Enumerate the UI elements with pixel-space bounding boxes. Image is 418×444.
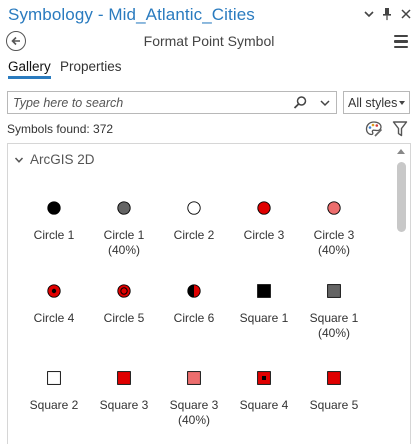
symbol-name: Square 5 (309, 398, 359, 412)
symbol-swatch-circle (187, 201, 201, 215)
symbol-swatch-square (187, 371, 201, 385)
symbol-item[interactable]: Square 3 (89, 370, 159, 442)
symbol-swatch-square (47, 371, 61, 385)
symbols-found-count: Symbols found: 372 (7, 122, 114, 136)
symbol-gallery: ArcGIS 2D Circle 1 Circle 1 (40%) Circle 2C… (7, 143, 411, 444)
symbol-swatch-square (327, 284, 341, 298)
symbol-item[interactable]: Square 1 (229, 283, 299, 355)
symbol-swatch-square (327, 371, 341, 385)
symbol-item[interactable]: Circle 2 (159, 200, 229, 272)
symbol-item[interactable]: Square 3 (40%) (159, 370, 229, 442)
pane-title: Symbology - Mid_Atlantic_Cities (8, 5, 255, 24)
symbol-name: Square 1 (40%) (309, 311, 359, 340)
symbol-swatch-circle-dot (47, 284, 61, 298)
chevron-down-icon (14, 156, 24, 163)
chevron-down-icon[interactable] (318, 96, 332, 110)
symbol-swatch-circle (117, 201, 131, 215)
symbol-item[interactable]: Square 2 (19, 370, 89, 442)
hamburger-menu-icon[interactable] (394, 35, 408, 48)
caret-down-icon (399, 101, 405, 105)
search-input[interactable] (13, 94, 283, 111)
symbol-swatch-square (257, 284, 271, 298)
symbol-swatch-square-dot (257, 371, 271, 385)
symbol-swatch-circle-half (187, 284, 201, 298)
symbol-swatch-circle (47, 201, 61, 215)
symbol-item[interactable]: Square 5 (299, 370, 369, 442)
tab-properties[interactable]: Properties (60, 59, 122, 74)
close-icon[interactable] (399, 6, 413, 22)
search-icon[interactable] (292, 95, 308, 111)
group-header-label: ArcGIS 2D (30, 152, 95, 167)
pin-icon[interactable] (380, 6, 394, 22)
search-box (7, 91, 337, 114)
symbol-swatch-circle (257, 201, 271, 215)
style-palette-icon[interactable] (365, 120, 383, 138)
symbol-item[interactable]: Circle 1 (40%) (89, 200, 159, 272)
scroll-up-arrow-icon[interactable] (397, 149, 405, 154)
filter-icon[interactable] (392, 120, 408, 138)
symbol-swatch-circle (327, 201, 341, 215)
vertical-scrollbar[interactable] (393, 144, 410, 444)
symbol-item[interactable]: Square 4 (229, 370, 299, 442)
symbol-item[interactable]: Circle 4 (19, 283, 89, 355)
symbol-swatch-square (117, 371, 131, 385)
symbol-item[interactable]: Circle 1 (19, 200, 89, 272)
styles-dropdown[interactable]: All styles (343, 91, 410, 114)
symbol-item[interactable]: Circle 6 (159, 283, 229, 355)
group-header-arcgis-2d[interactable]: ArcGIS 2D (14, 152, 95, 167)
options-chevron-icon[interactable] (362, 6, 376, 22)
tab-gallery[interactable]: Gallery (8, 59, 51, 79)
symbol-item[interactable]: Square 1 (40%) (299, 283, 369, 355)
symbol-item[interactable]: Circle 3 (229, 200, 299, 272)
symbol-item[interactable]: Circle 5 (89, 283, 159, 355)
symbol-swatch-circle-ring (117, 284, 131, 298)
symbol-item[interactable]: Circle 3 (40%) (299, 200, 369, 272)
tab-strip: Gallery Properties (0, 56, 418, 80)
page-title: Format Point Symbol (143, 33, 275, 49)
styles-dropdown-value: All styles (348, 96, 398, 110)
pane-titlebar: Symbology - Mid_Atlantic_Cities (0, 0, 418, 30)
pane-subheader: Format Point Symbol (0, 30, 418, 54)
symbol-name: Circle 3 (40%) (313, 228, 355, 257)
scrollbar-thumb[interactable] (397, 162, 406, 232)
